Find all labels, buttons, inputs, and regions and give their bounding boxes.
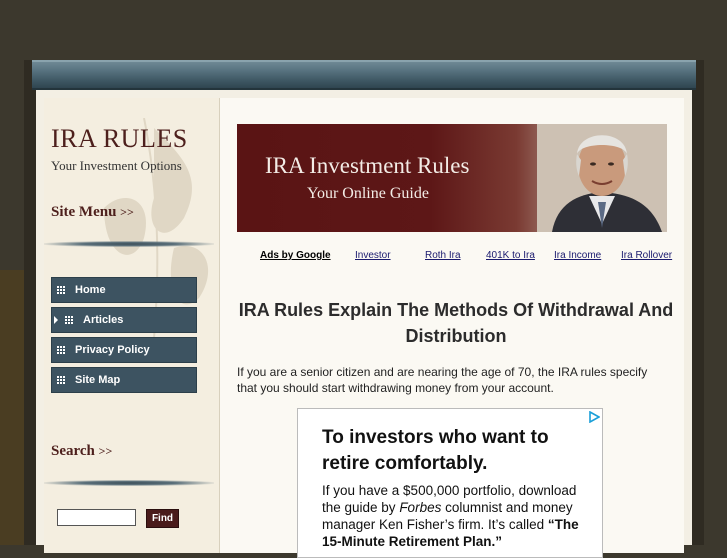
site-menu: Home Articles Privacy Policy Site Map <box>51 277 197 397</box>
search-heading-text: Search <box>51 443 95 459</box>
divider <box>44 241 214 247</box>
ad-link-401k-to-ira[interactable]: 401K to Ira <box>486 250 535 261</box>
article-intro: If you are a senior citizen and are near… <box>237 365 648 395</box>
ads-by-google-link[interactable]: Ads by Google <box>260 250 331 261</box>
site-menu-heading: Site Menu >> <box>51 204 134 221</box>
banner-subtitle: Your Online Guide <box>307 185 429 202</box>
businessman-portrait <box>537 124 667 232</box>
ad-link-roth-ira[interactable]: Roth Ira <box>425 250 461 261</box>
left-strip <box>0 270 24 545</box>
article-title: IRA Rules Explain The Methods Of Withdra… <box>238 300 674 346</box>
search-input[interactable] <box>57 509 136 526</box>
divider <box>44 480 214 486</box>
search-heading: Search >> <box>51 443 112 460</box>
site-menu-heading-text: Site Menu <box>51 204 117 220</box>
top-bar <box>32 60 696 90</box>
site-title[interactable]: IRA RULES <box>51 124 188 154</box>
grid-icon <box>57 376 65 384</box>
menu-item-label: Home <box>75 284 106 296</box>
search-heading-arrows: >> <box>98 444 113 458</box>
ad-link-ira-income[interactable]: Ira Income <box>554 250 601 261</box>
menu-item-label: Site Map <box>75 374 121 386</box>
adchoices-icon[interactable] <box>588 411 600 423</box>
menu-item-site-map[interactable]: Site Map <box>51 367 197 393</box>
menu-item-label: Privacy Policy <box>75 344 150 356</box>
site-menu-heading-arrows: >> <box>120 205 134 219</box>
ad-box[interactable]: To investors who want to retire comforta… <box>297 408 603 558</box>
header-banner: IRA Investment Rules Your Online Guide <box>237 124 667 232</box>
sidebar: IRA RULES Your Investment Options Site M… <box>44 98 220 553</box>
grid-icon <box>57 346 65 354</box>
ad-link-ira-rollover[interactable]: Ira Rollover <box>621 250 672 261</box>
ad-headline[interactable]: To investors who want to retire comforta… <box>322 425 592 477</box>
ad-link-investor[interactable]: Investor <box>355 250 391 261</box>
banner-title: IRA Investment Rules <box>265 153 470 178</box>
ad-text: If you have a $500,000 portfolio, downlo… <box>322 482 592 550</box>
find-button[interactable]: Find <box>146 509 179 528</box>
page: IRA RULES Your Investment Options Site M… <box>36 90 692 558</box>
expand-caret-icon <box>54 316 58 324</box>
grid-icon <box>57 286 65 294</box>
menu-item-privacy-policy[interactable]: Privacy Policy <box>51 337 197 363</box>
menu-item-home[interactable]: Home <box>51 277 197 303</box>
menu-item-label: Articles <box>83 314 124 326</box>
ad-text-italic: Forbes <box>399 500 442 515</box>
site-subtitle: Your Investment Options <box>51 158 182 173</box>
menu-item-articles[interactable]: Articles <box>51 307 197 333</box>
page-inner: IRA RULES Your Investment Options Site M… <box>44 98 684 558</box>
grid-icon <box>65 316 73 324</box>
